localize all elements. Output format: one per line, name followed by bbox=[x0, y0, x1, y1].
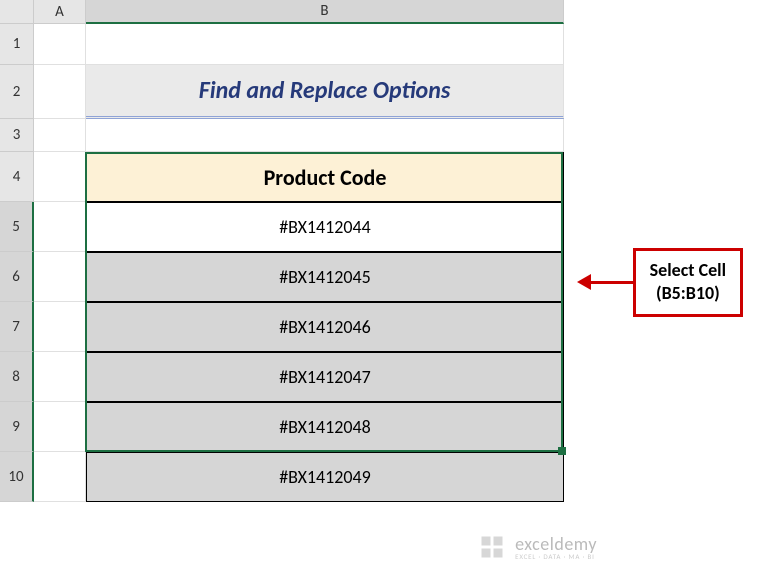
callout-box: Select Cell (B5:B10) bbox=[633, 248, 743, 317]
watermark-title: exceldemy bbox=[515, 535, 597, 553]
row-header-8[interactable]: 8 bbox=[0, 352, 34, 402]
select-all-corner[interactable] bbox=[0, 0, 34, 24]
exceldemy-logo-icon bbox=[477, 532, 507, 562]
cell-a2[interactable] bbox=[34, 65, 86, 119]
cell-b5[interactable]: #BX1412044 bbox=[86, 202, 564, 252]
watermark-sub: EXCEL · DATA · MA · BI bbox=[515, 553, 597, 560]
cells-container: Find and Replace Options Product Code #B… bbox=[34, 24, 564, 502]
cell-a5[interactable] bbox=[34, 202, 86, 252]
callout-text-1: Select Cell bbox=[650, 259, 726, 282]
cell-b1[interactable] bbox=[86, 24, 564, 65]
cell-b3[interactable] bbox=[86, 119, 564, 152]
column-header-b[interactable]: B bbox=[86, 0, 564, 24]
watermark-text: exceldemy EXCEL · DATA · MA · BI bbox=[515, 535, 597, 560]
row-header-3[interactable]: 3 bbox=[0, 119, 34, 152]
cell-b4-header[interactable]: Product Code bbox=[86, 152, 564, 202]
arrow-icon bbox=[589, 281, 633, 284]
column-headers: A B bbox=[0, 0, 767, 24]
row-header-7[interactable]: 7 bbox=[0, 302, 34, 352]
row-header-4[interactable]: 4 bbox=[0, 152, 34, 202]
annotation-callout: Select Cell (B5:B10) bbox=[589, 248, 743, 317]
callout-text-2: (B5:B10) bbox=[650, 282, 726, 305]
cell-a1[interactable] bbox=[34, 24, 86, 65]
cell-b8[interactable]: #BX1412047 bbox=[86, 352, 564, 402]
row-header-10[interactable]: 10 bbox=[0, 452, 34, 502]
cell-a9[interactable] bbox=[34, 402, 86, 452]
cell-b10[interactable]: #BX1412049 bbox=[86, 452, 564, 502]
column-header-a[interactable]: A bbox=[34, 0, 86, 24]
cell-a7[interactable] bbox=[34, 302, 86, 352]
row-header-2[interactable]: 2 bbox=[0, 65, 34, 119]
cell-b9[interactable]: #BX1412048 bbox=[86, 402, 564, 452]
cell-a4[interactable] bbox=[34, 152, 86, 202]
cell-a6[interactable] bbox=[34, 252, 86, 302]
row-header-1[interactable]: 1 bbox=[0, 24, 34, 65]
cell-b6[interactable]: #BX1412045 bbox=[86, 252, 564, 302]
cell-a8[interactable] bbox=[34, 352, 86, 402]
row-header-5[interactable]: 5 bbox=[0, 202, 34, 252]
watermark: exceldemy EXCEL · DATA · MA · BI bbox=[477, 532, 597, 562]
cell-a10[interactable] bbox=[34, 452, 86, 502]
cell-b2-title[interactable]: Find and Replace Options bbox=[86, 65, 564, 119]
row-headers: 1 2 3 4 5 6 7 8 9 10 bbox=[0, 24, 34, 502]
cell-a3[interactable] bbox=[34, 119, 86, 152]
cell-b7[interactable]: #BX1412046 bbox=[86, 302, 564, 352]
row-header-6[interactable]: 6 bbox=[0, 252, 34, 302]
row-header-9[interactable]: 9 bbox=[0, 402, 34, 452]
